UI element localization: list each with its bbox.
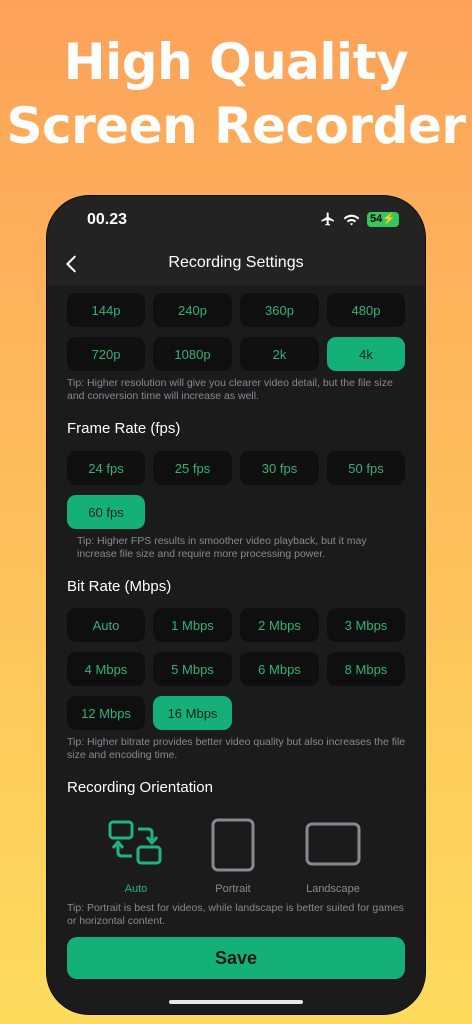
- battery-level: 54: [370, 212, 383, 225]
- orientation-option-portrait[interactable]: Portrait: [193, 883, 273, 895]
- resolution-option-144p[interactable]: 144p: [67, 293, 145, 327]
- bit-rate-title: Bit Rate (Mbps): [67, 578, 172, 595]
- orientation-title: Recording Orientation: [67, 779, 213, 796]
- resolution-option-360p[interactable]: 360p: [240, 293, 319, 327]
- frame-rate-title: Frame Rate (fps): [67, 420, 181, 437]
- nav-title: Recording Settings: [168, 254, 304, 271]
- frame-rate-option-24[interactable]: 24 fps: [67, 451, 145, 485]
- airplane-icon: [321, 212, 335, 226]
- bit-rate-option-6[interactable]: 6 Mbps: [240, 652, 319, 686]
- bit-rate-option-16[interactable]: 16 Mbps: [153, 696, 232, 730]
- charging-icon: ⚡: [382, 212, 396, 225]
- bit-rate-option-2[interactable]: 2 Mbps: [240, 608, 319, 642]
- resolution-option-1080p[interactable]: 1080p: [153, 337, 232, 371]
- bit-rate-option-auto[interactable]: Auto: [67, 608, 145, 642]
- resolution-option-240p[interactable]: 240p: [153, 293, 232, 327]
- home-indicator: [169, 1000, 303, 1004]
- headline-line-2: Screen Recorder: [6, 97, 466, 155]
- orientation-tip: Tip: Portrait is best for videos, while …: [67, 902, 404, 927]
- bit-rate-option-12[interactable]: 12 Mbps: [67, 696, 145, 730]
- resolution-option-2k[interactable]: 2k: [240, 337, 319, 371]
- status-icons: 54⚡: [320, 211, 399, 227]
- resolution-option-4k[interactable]: 4k: [327, 337, 405, 371]
- bit-rate-option-5[interactable]: 5 Mbps: [153, 652, 232, 686]
- bit-rate-option-8[interactable]: 8 Mbps: [327, 652, 405, 686]
- status-bar: 00.23 54⚡: [47, 196, 425, 244]
- frame-rate-tip: Tip: Higher FPS results in smoother vide…: [77, 535, 367, 560]
- bit-rate-tip: Tip: Higher bitrate provides better vide…: [67, 736, 406, 761]
- portrait-icon[interactable]: [211, 818, 255, 872]
- bit-rate-option-3[interactable]: 3 Mbps: [327, 608, 405, 642]
- frame-rate-option-50[interactable]: 50 fps: [327, 451, 405, 485]
- resolution-tip: Tip: Higher resolution will give you cle…: [67, 377, 393, 402]
- orientation-option-auto[interactable]: Auto: [96, 883, 176, 895]
- auto-rotate-icon[interactable]: [108, 820, 164, 866]
- headline-line-1: High Quality: [63, 33, 409, 91]
- phone-screen: 00.23 54⚡ Recording Settings 144p 240p 3…: [47, 196, 425, 1014]
- headline: High Quality Screen Recorder: [0, 30, 472, 158]
- bit-rate-option-4[interactable]: 4 Mbps: [67, 652, 145, 686]
- frame-rate-option-30[interactable]: 30 fps: [240, 451, 319, 485]
- save-button[interactable]: Save: [67, 937, 405, 979]
- frame-rate-option-25[interactable]: 25 fps: [153, 451, 232, 485]
- resolution-option-480p[interactable]: 480p: [327, 293, 405, 327]
- nav-bar: Recording Settings: [47, 244, 425, 286]
- wifi-icon: [343, 214, 360, 226]
- landscape-icon[interactable]: [305, 822, 361, 866]
- resolution-option-720p[interactable]: 720p: [67, 337, 145, 371]
- bit-rate-option-1[interactable]: 1 Mbps: [153, 608, 232, 642]
- orientation-option-landscape[interactable]: Landscape: [293, 883, 373, 895]
- battery-indicator: 54⚡: [367, 211, 399, 227]
- status-time: 00.23: [87, 211, 128, 228]
- frame-rate-option-60[interactable]: 60 fps: [67, 495, 145, 529]
